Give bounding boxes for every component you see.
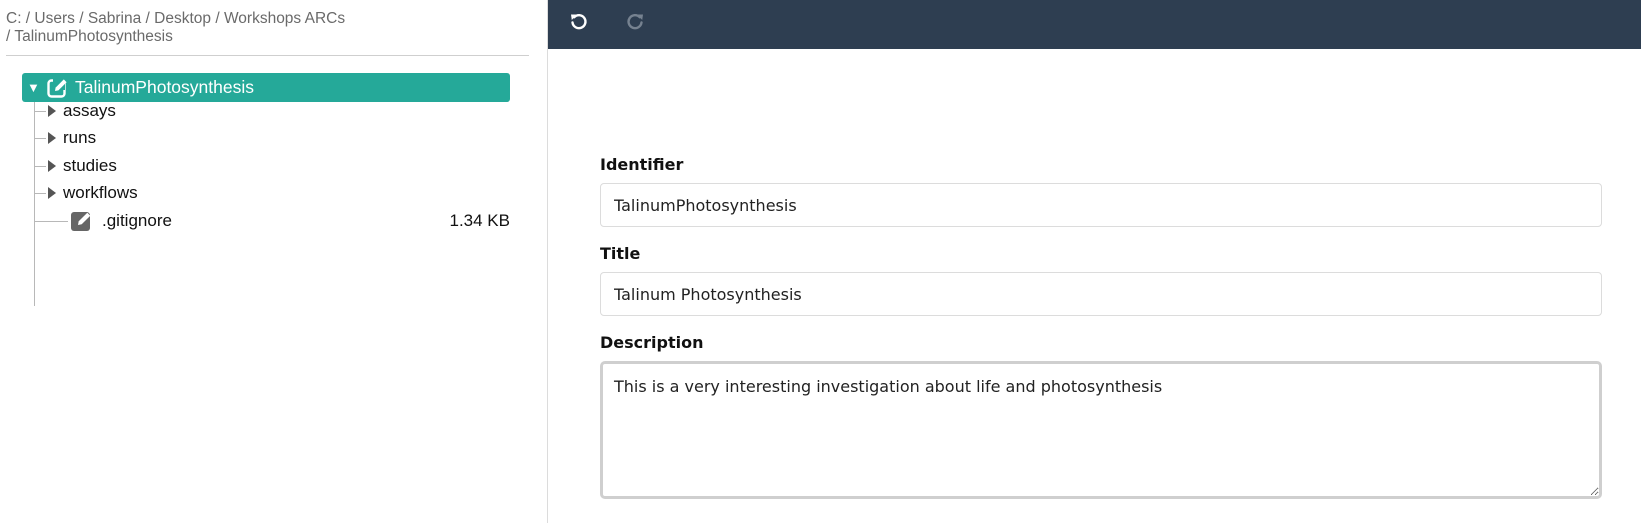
- caret-right-icon[interactable]: [48, 187, 56, 199]
- folder-label: runs: [63, 128, 97, 147]
- tree-connector: [34, 165, 46, 167]
- tree-root-label: TalinumPhotosynthesis: [75, 77, 254, 97]
- redo-icon: [625, 12, 645, 37]
- tree-folder-workflows[interactable]: workflows: [34, 179, 510, 207]
- file-tree-panel: C: / Users / Sabrina / Desktop / Worksho…: [0, 0, 548, 523]
- file-label: .gitignore: [102, 211, 172, 230]
- undo-button[interactable]: [562, 8, 596, 42]
- breadcrumb-path-line-2: / TalinumPhotosynthesis: [6, 28, 173, 45]
- description-textarea[interactable]: This is a very interesting investigation…: [600, 361, 1602, 499]
- edit-icon: [47, 77, 69, 99]
- editor-panel: Identifier Title Description This is a v…: [548, 0, 1641, 523]
- toolbar: [548, 0, 1641, 49]
- breadcrumb-path-line-1: C: / Users / Sabrina / Desktop / Worksho…: [6, 10, 346, 27]
- tree-file-gitignore[interactable]: .gitignore 1.34 KB: [34, 207, 510, 235]
- identifier-label: Identifier: [600, 155, 684, 174]
- identifier-input[interactable]: [600, 183, 1602, 227]
- caret-right-icon[interactable]: [48, 160, 56, 172]
- app-window: C: / Users / Sabrina / Desktop / Worksho…: [0, 0, 1641, 523]
- redo-button[interactable]: [618, 8, 652, 42]
- tree-folder-assays[interactable]: assays: [34, 97, 510, 125]
- investigation-form: Identifier Title Description This is a v…: [600, 155, 1602, 499]
- description-label: Description: [600, 333, 704, 352]
- title-input[interactable]: [600, 272, 1602, 316]
- tree-connector: [34, 137, 46, 139]
- caret-down-icon[interactable]: ▼: [27, 81, 45, 94]
- breadcrumb: C: / Users / Sabrina / Desktop / Worksho…: [6, 10, 536, 46]
- file-size: 1.34 KB: [449, 211, 511, 230]
- caret-right-icon[interactable]: [48, 132, 56, 144]
- tree-connector: [34, 110, 46, 112]
- caret-right-icon[interactable]: [48, 105, 56, 117]
- undo-icon: [569, 12, 589, 37]
- folder-label: workflows: [63, 183, 138, 202]
- title-label: Title: [600, 244, 641, 263]
- tree-connector: [34, 192, 46, 194]
- edit-icon: [70, 209, 94, 233]
- tree-folder-studies[interactable]: studies: [34, 152, 510, 180]
- tree-connector: [34, 220, 68, 222]
- tree-folder-runs[interactable]: runs: [34, 124, 510, 152]
- folder-label: studies: [63, 156, 117, 175]
- folder-label: assays: [63, 101, 116, 120]
- breadcrumb-divider: [6, 55, 529, 56]
